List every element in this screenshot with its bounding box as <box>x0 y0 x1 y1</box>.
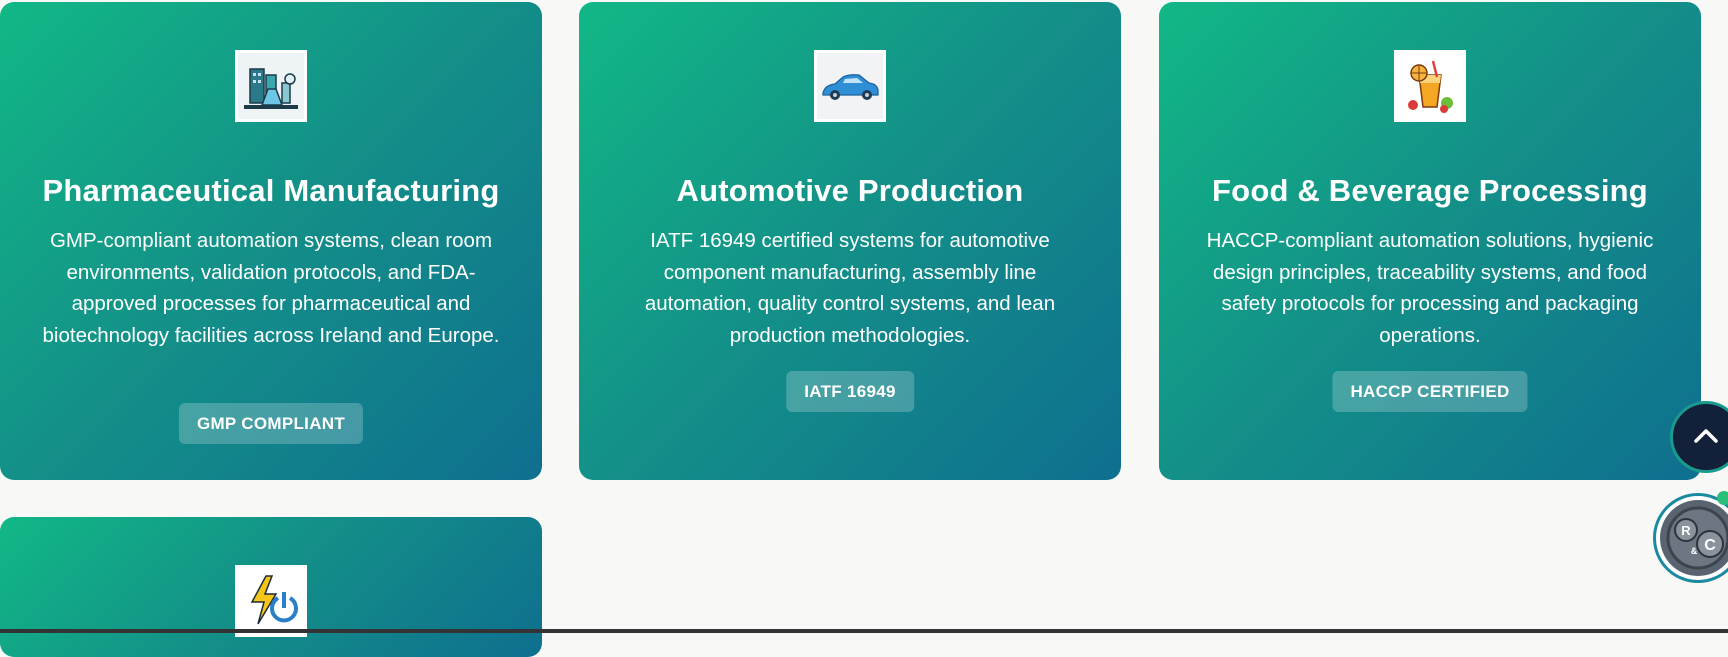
gear-logo-icon: R C & <box>1660 500 1728 576</box>
company-logo-widget-button[interactable]: R C & <box>1653 493 1728 583</box>
energy-power-icon <box>235 565 307 637</box>
certification-badge: GMP COMPLIANT <box>178 403 364 444</box>
industry-card-pharmaceutical: Pharmaceutical Manufacturing GMP-complia… <box>0 2 542 480</box>
card-title: Automotive Production <box>676 173 1024 208</box>
svg-text:C: C <box>1704 537 1716 554</box>
card-description: HACCP-compliant automation solutions, hy… <box>1206 229 1654 347</box>
card-description: GMP-compliant automation systems, clean … <box>42 229 500 347</box>
card-title: Food & Beverage Processing <box>1212 173 1648 208</box>
laboratory-icon <box>235 50 307 122</box>
notification-dot <box>1717 491 1728 505</box>
industry-card-energy <box>0 517 542 657</box>
card-description: IATF 16949 certified systems for automot… <box>644 229 1056 347</box>
card-title: Pharmaceutical Manufacturing <box>42 173 500 208</box>
certification-badge: HACCP CERTIFIED <box>1332 371 1528 412</box>
bottom-edge-bar <box>0 629 1728 633</box>
svg-text:R: R <box>1681 523 1691 538</box>
svg-text:&: & <box>1691 546 1698 556</box>
chevron-up-icon <box>1693 426 1719 449</box>
industry-card-food-beverage: Food & Beverage Processing HACCP-complia… <box>1159 2 1701 480</box>
car-icon <box>814 50 886 122</box>
beverage-icon <box>1394 50 1466 122</box>
industry-card-automotive: Automotive Production IATF 16949 certifi… <box>579 2 1121 480</box>
certification-badge: IATF 16949 <box>786 371 914 412</box>
